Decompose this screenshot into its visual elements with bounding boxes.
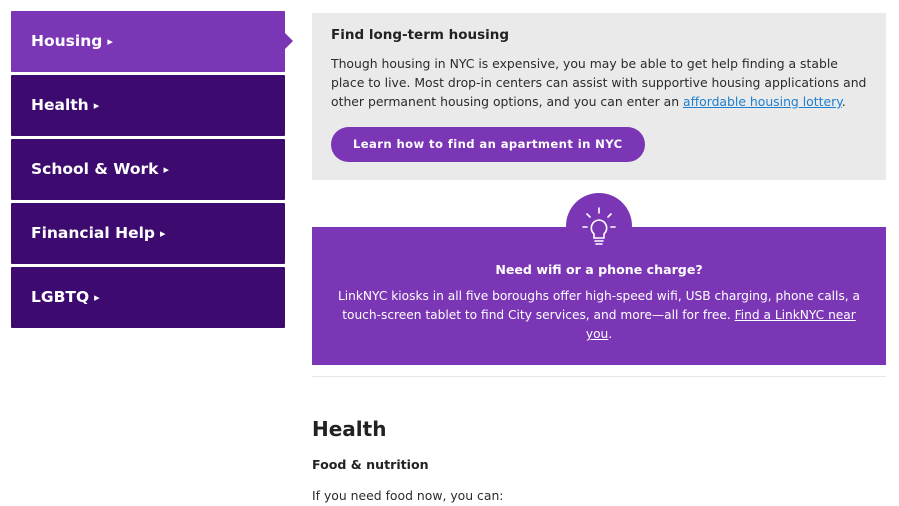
- sidebar-item-label: LGBTQ: [31, 288, 90, 306]
- affordable-housing-lottery-link[interactable]: affordable housing lottery: [683, 94, 842, 109]
- section-divider: [312, 376, 886, 377]
- caret-right-icon: ▸: [163, 163, 169, 176]
- find-apartment-button[interactable]: Learn how to find an apartment in NYC: [331, 127, 645, 162]
- sidebar-item-label: Financial Help: [31, 224, 155, 242]
- housing-description: Though housing in NYC is expensive, you …: [331, 54, 867, 111]
- housing-card: Find long-term housing Though housing in…: [312, 13, 886, 180]
- caret-right-icon: ▸: [107, 35, 113, 48]
- sidebar-item-financial-help[interactable]: Financial Help ▸: [11, 203, 285, 264]
- health-section-title: Health: [312, 417, 387, 441]
- food-intro-text: If you need food now, you can:: [312, 488, 504, 503]
- wifi-description: LinkNYC kiosks in all five boroughs offe…: [312, 287, 886, 344]
- wifi-text-end: .: [608, 327, 613, 341]
- sidebar-nav: Housing ▸ Health ▸ School & Work ▸ Financia…: [11, 11, 293, 331]
- housing-text-end: .: [841, 94, 846, 109]
- sidebar-item-lgbtq[interactable]: LGBTQ ▸: [11, 267, 285, 328]
- caret-right-icon: ▸: [93, 99, 100, 112]
- sidebar-item-housing[interactable]: Housing ▸: [11, 11, 293, 72]
- wifi-title: Need wifi or a phone charge?: [495, 262, 703, 277]
- sidebar-item-label: School & Work: [31, 160, 159, 178]
- lightbulb-icon: [566, 193, 632, 259]
- sidebar-item-label: Housing: [31, 32, 103, 50]
- sidebar-item-health[interactable]: Health ▸: [11, 75, 285, 136]
- sidebar-item-school-work[interactable]: School & Work ▸: [11, 139, 285, 200]
- sidebar-item-label: Health: [31, 96, 89, 114]
- caret-right-icon: ▸: [160, 227, 166, 240]
- caret-right-icon: ▸: [94, 291, 100, 304]
- food-nutrition-heading: Food & nutrition: [312, 457, 429, 472]
- housing-title: Find long-term housing: [331, 27, 510, 43]
